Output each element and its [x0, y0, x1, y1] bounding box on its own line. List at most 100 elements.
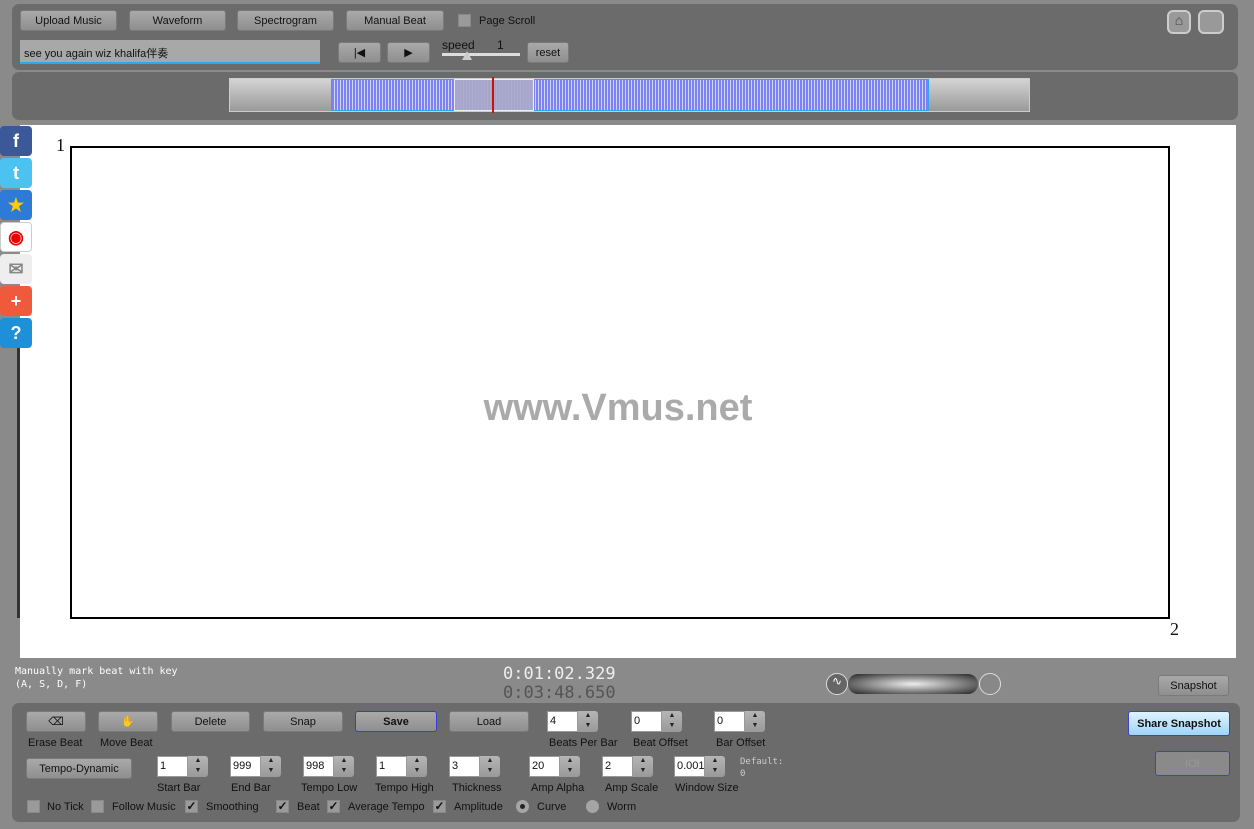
number-stepper[interactable]: 2 ▲ ▼	[602, 756, 653, 777]
selection-window[interactable]	[454, 79, 534, 111]
stepper-arrows[interactable]: ▲ ▼	[407, 756, 427, 777]
weibo-icon[interactable]: ◉	[0, 222, 32, 252]
stepper-value[interactable]: 20	[529, 756, 560, 777]
beat-canvas[interactable]: 1 2 www.Vmus.net	[20, 125, 1236, 658]
stepper-value[interactable]: 0	[714, 711, 745, 732]
page-scroll-label: Page Scroll	[479, 15, 536, 27]
twitter-icon[interactable]: t	[0, 158, 32, 188]
option-label: Follow Music	[112, 801, 176, 813]
stepper-label: Amp Alpha	[531, 782, 585, 794]
hint-line-1: Manually mark beat with key	[15, 666, 178, 677]
waveform-mode-icon[interactable]: ∿	[826, 673, 848, 695]
rewind-button[interactable]: |◀	[338, 42, 381, 63]
upload-music-button[interactable]: Upload Music	[20, 10, 117, 31]
bar-frame	[70, 146, 1170, 619]
default-value: 0	[740, 769, 746, 779]
page-scroll-checkbox[interactable]	[458, 14, 471, 27]
number-stepper[interactable]: 0 ▲ ▼	[631, 711, 682, 732]
option-checkbox[interactable]	[27, 800, 40, 813]
number-stepper[interactable]: 1 ▲ ▼	[376, 756, 427, 777]
option-checkbox[interactable]: ✓	[276, 800, 289, 813]
number-stepper[interactable]: 999 ▲ ▼	[230, 756, 281, 777]
stepper-label: Window Size	[675, 782, 739, 794]
stepper-label: Thickness	[452, 782, 502, 794]
speed-value: 1	[497, 38, 504, 52]
speed-label: speed	[442, 38, 475, 52]
song-title-input[interactable]: see you again wiz khalifa伴奏	[20, 40, 320, 64]
stepper-arrows[interactable]: ▲ ▼	[578, 711, 598, 732]
reset-button[interactable]: reset	[527, 42, 569, 63]
bar-end-number: 2	[1170, 619, 1179, 639]
option-checkbox[interactable]	[91, 800, 104, 813]
delete-button[interactable]: Delete	[171, 711, 250, 732]
default-label: Default: 0	[740, 756, 783, 780]
waveform-overview[interactable]	[229, 77, 1030, 113]
number-stepper[interactable]: 4 ▲ ▼	[547, 711, 598, 732]
erase-beat-button[interactable]: ⌫	[26, 711, 86, 732]
number-stepper[interactable]: 1 ▲ ▼	[157, 756, 208, 777]
stepper-arrows[interactable]: ▲ ▼	[633, 756, 653, 777]
stepper-label: Beat Offset	[633, 737, 688, 749]
option-checkbox[interactable]: ✓	[327, 800, 340, 813]
option-label: Beat	[297, 801, 320, 813]
option-checkbox[interactable]: ✓	[433, 800, 446, 813]
stepper-arrows[interactable]: ▲ ▼	[188, 756, 208, 777]
email-icon[interactable]: ✉	[0, 254, 32, 284]
waveform-button[interactable]: Waveform	[129, 10, 226, 31]
number-stepper[interactable]: 3 ▲ ▼	[449, 756, 500, 777]
favorite-icon[interactable]: ★	[0, 190, 32, 220]
option-label: Smoothing	[206, 801, 259, 813]
stepper-arrows[interactable]: ▲ ▼	[334, 756, 354, 777]
move-beat-button[interactable]: ✋	[98, 711, 158, 732]
erase-beat-label: Erase Beat	[28, 737, 83, 749]
manual-beat-button[interactable]: Manual Beat	[346, 10, 444, 31]
stepper-value[interactable]: 3	[449, 756, 480, 777]
stepper-value[interactable]: 999	[230, 756, 261, 777]
tempo-dynamic-button[interactable]: Tempo-Dynamic	[26, 758, 132, 779]
stepper-value[interactable]: 998	[303, 756, 334, 777]
option-checkbox[interactable]: ✓	[185, 800, 198, 813]
stepper-value[interactable]: 1	[157, 756, 188, 777]
stepper-value[interactable]: 2	[602, 756, 633, 777]
spectrogram-button[interactable]: Spectrogram	[237, 10, 334, 31]
stepper-arrows[interactable]: ▲ ▼	[705, 756, 725, 777]
stepper-arrows[interactable]: ▲ ▼	[261, 756, 281, 777]
snapshot-button[interactable]: Snapshot	[1158, 675, 1229, 696]
display-radio[interactable]	[516, 800, 529, 813]
speed-slider[interactable]	[442, 51, 520, 60]
help-icon[interactable]: ?	[0, 318, 32, 348]
number-stepper[interactable]: 0 ▲ ▼	[714, 711, 765, 732]
stepper-label: Bar Offset	[716, 737, 766, 749]
spectrum-mode-icon[interactable]	[979, 673, 1001, 695]
stepper-value[interactable]: 0	[631, 711, 662, 732]
stepper-label: Tempo Low	[301, 782, 358, 794]
number-stepper[interactable]: 998 ▲ ▼	[303, 756, 354, 777]
number-stepper[interactable]: 20 ▲ ▼	[529, 756, 580, 777]
load-button[interactable]: Load	[449, 711, 529, 732]
home-icon[interactable]: ⌂	[1167, 10, 1191, 34]
stepper-arrows[interactable]: ▲ ▼	[745, 711, 765, 732]
fullscreen-icon[interactable]	[1198, 10, 1224, 34]
slider-thumb[interactable]	[462, 51, 472, 60]
stepper-value[interactable]: 4	[547, 711, 578, 732]
display-radio[interactable]	[586, 800, 599, 813]
stepper-value[interactable]: 0.001	[674, 756, 705, 777]
snap-button[interactable]: Snap	[263, 711, 343, 732]
stepper-arrows[interactable]: ▲ ▼	[560, 756, 580, 777]
stepper-arrows[interactable]: ▲ ▼	[662, 711, 682, 732]
share-snapshot-button[interactable]: Share Snapshot	[1128, 711, 1230, 736]
stepper-label: Tempo High	[375, 782, 434, 794]
facebook-icon[interactable]: f	[0, 126, 32, 156]
ioi-button[interactable]: IOI	[1155, 751, 1230, 776]
number-stepper[interactable]: 0.001 ▲ ▼	[674, 756, 725, 777]
add-icon[interactable]: +	[0, 286, 32, 316]
stepper-arrows[interactable]: ▲ ▼	[480, 756, 500, 777]
playhead[interactable]	[492, 77, 494, 113]
mode-slider[interactable]	[848, 674, 978, 694]
total-time: 0:03:48.650	[503, 683, 616, 703]
option-label: No Tick	[47, 801, 84, 813]
stepper-value[interactable]: 1	[376, 756, 407, 777]
save-button[interactable]: Save	[355, 711, 437, 732]
play-button[interactable]: ▶	[387, 42, 430, 63]
hand-icon: ✋	[121, 716, 135, 728]
